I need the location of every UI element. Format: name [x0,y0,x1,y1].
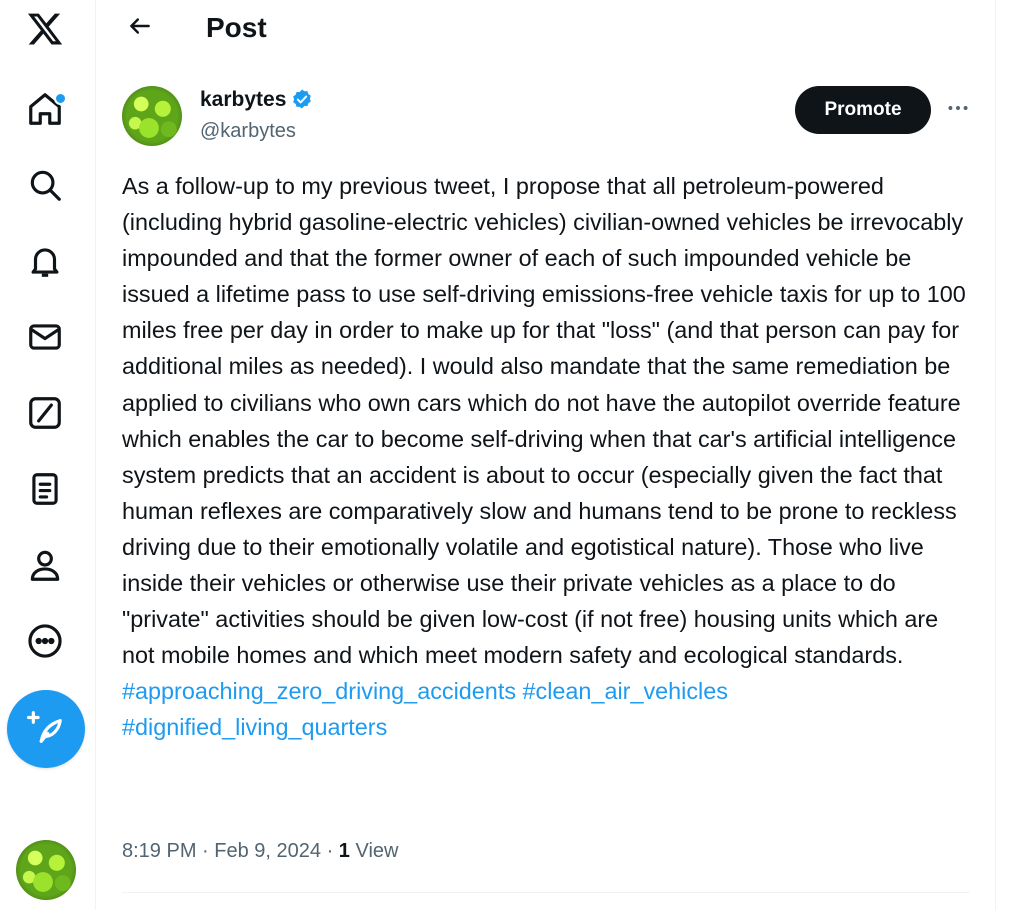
notification-dot [54,92,67,105]
post-date[interactable]: Feb 9, 2024 [214,840,321,862]
promote-button[interactable]: Promote [795,86,931,134]
lists-icon [26,470,64,513]
nav-lists[interactable] [20,466,70,516]
nav-search[interactable] [20,162,70,212]
post-meta: 8:19 PM · Feb 9, 2024 · 1 View [122,840,398,863]
nav-profile[interactable] [20,542,70,592]
more-options-button[interactable] [942,94,974,126]
nav-grok[interactable] [20,390,70,440]
nav-notifications[interactable] [20,238,70,288]
views-label: View [349,840,399,862]
meta-separator: · [321,840,339,862]
search-icon [26,166,64,209]
hashtag-link[interactable]: #dignified_living_quarters [122,714,387,740]
main-column: Post karbytes @karbytes Promote As a fol… [96,0,996,910]
mail-icon [26,318,64,361]
account-avatar[interactable] [16,840,76,900]
divider [122,892,970,893]
hashtag-link[interactable]: #clean_air_vehicles [523,678,728,704]
views-count: 1 [338,840,350,862]
nav-home[interactable] [20,86,70,136]
profile-icon [26,546,64,589]
more-horizontal-icon [945,95,971,126]
post-time[interactable]: 8:19 PM [122,840,196,862]
post-text: As a follow-up to my previous tweet, I p… [122,173,966,669]
nav-more[interactable] [20,618,70,668]
author-name[interactable]: karbytes [200,88,286,112]
hashtag-link[interactable]: #approaching_zero_driving_accidents [122,678,516,704]
grok-icon [26,394,64,437]
back-arrow-icon [127,13,153,44]
verified-badge-icon [293,89,312,109]
compose-feather-icon [27,708,65,751]
more-circle-icon [26,622,64,665]
author-handle[interactable]: @karbytes [200,120,296,143]
author-name-row: karbytes [200,88,314,112]
bell-icon [26,242,64,285]
compose-post-button[interactable] [7,690,85,768]
back-button[interactable] [122,10,158,46]
sidebar [0,0,96,910]
nav-messages[interactable] [20,314,70,364]
meta-separator: · [196,840,215,862]
author-avatar[interactable] [122,86,182,146]
page-title: Post [206,12,267,43]
x-logo-icon[interactable] [20,4,70,54]
post-body: As a follow-up to my previous tweet, I p… [122,168,976,746]
